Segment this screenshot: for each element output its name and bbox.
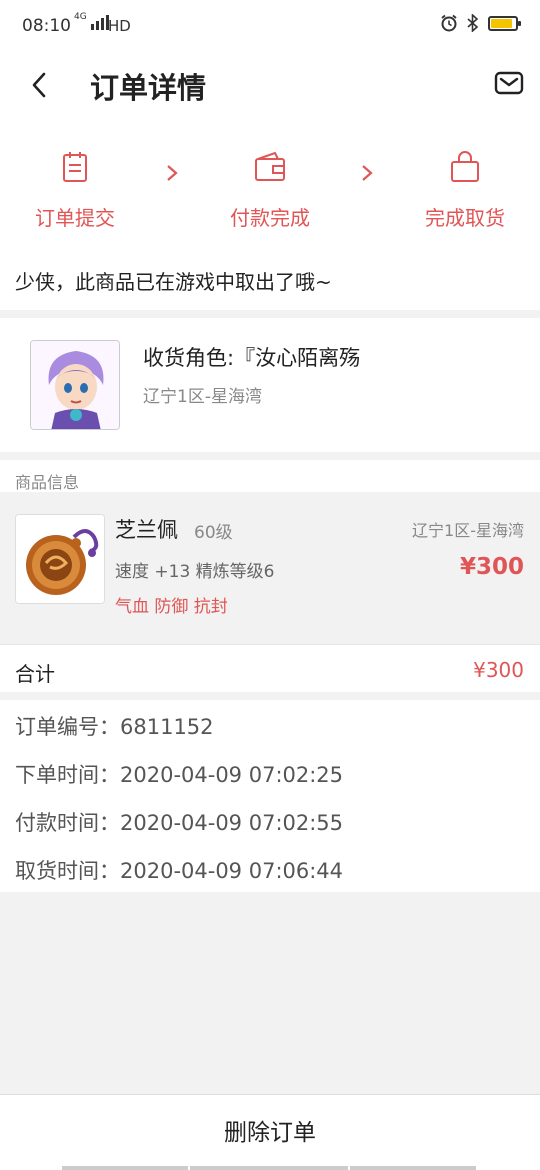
bottom-action-bar: 删除订单 xyxy=(0,1094,540,1170)
delete-order-button[interactable]: 删除订单 xyxy=(0,1095,540,1165)
step-label: 付款完成 xyxy=(230,206,310,230)
nav-indicator xyxy=(62,1166,188,1170)
status-bar: 08:10 4G HD xyxy=(0,0,540,52)
alarm-icon xyxy=(441,14,457,32)
chevron-right-icon xyxy=(167,165,178,181)
step-label: 完成取货 xyxy=(425,206,505,230)
step-label: 订单提交 xyxy=(35,206,115,230)
product-item: 芝兰佩 60级 辽宁1区-星海湾 速度 +13 精炼等级6 ¥300 气血 防御… xyxy=(0,492,540,644)
step-pickup-completed: 完成取货 xyxy=(405,150,525,231)
product-section-label: 商品信息 xyxy=(0,460,540,492)
hd-indicator: HD xyxy=(108,17,131,35)
battery-icon xyxy=(488,15,521,31)
nav-indicator xyxy=(350,1166,476,1170)
receiver-card: 收货角色:『汝心陌离殇 辽宁1区-星海湾 xyxy=(0,318,540,452)
nav-indicator xyxy=(190,1166,348,1170)
step-payment-completed: 付款完成 xyxy=(210,150,330,231)
bluetooth-icon xyxy=(467,14,479,32)
clipboard-icon xyxy=(63,152,87,182)
page-title: 订单详情 xyxy=(90,71,207,105)
total-value: ¥300 xyxy=(473,658,524,682)
back-arrow-icon[interactable] xyxy=(22,66,60,104)
status-time: 08:10 xyxy=(22,16,71,36)
order-total: 合计 ¥300 xyxy=(0,644,540,692)
product-image xyxy=(15,514,105,604)
step-order-submitted: 订单提交 xyxy=(15,150,135,231)
order-detail-screen: 08:10 4G HD 订单详情 订单提交 付款完成 完成取货 少侠，此商品已在… xyxy=(0,0,540,1170)
payment-time: 付款时间：2020-04-09 07:02:55 xyxy=(15,811,344,835)
character-avatar xyxy=(30,340,120,430)
order-info: 订单编号：6811152 下单时间：2020-04-09 07:02:25 付款… xyxy=(0,700,540,892)
status-right-icons xyxy=(440,14,521,32)
order-time: 下单时间：2020-04-09 07:02:25 xyxy=(15,763,344,787)
mail-icon[interactable] xyxy=(494,68,524,98)
product-tags: 气血 防御 抗封 xyxy=(115,597,228,617)
header: 订单详情 xyxy=(0,52,540,118)
chevron-right-icon xyxy=(362,165,373,181)
product-attributes: 速度 +13 精炼等级6 xyxy=(115,562,275,582)
order-number: 订单编号：6811152 xyxy=(15,715,214,739)
signal-icon: 4G xyxy=(74,12,109,30)
order-progress-steps: 订单提交 付款完成 完成取货 xyxy=(0,118,540,246)
bag-icon xyxy=(451,151,479,182)
product-level: 60级 xyxy=(194,523,233,543)
network-type: 4G xyxy=(74,12,87,22)
total-label: 合计 xyxy=(15,662,55,686)
pickup-notice: 少侠，此商品已在游戏中取出了哦~ xyxy=(0,246,540,310)
product-price: ¥300 xyxy=(459,554,524,580)
receiver-name: 收货角色:『汝心陌离殇 xyxy=(143,346,361,370)
receiver-server: 辽宁1区-星海湾 xyxy=(143,387,262,407)
pickup-time: 取货时间：2020-04-09 07:06:44 xyxy=(15,859,344,883)
product-name: 芝兰佩 xyxy=(115,518,178,542)
wallet-icon xyxy=(255,151,285,181)
product-server: 辽宁1区-星海湾 xyxy=(412,521,524,540)
